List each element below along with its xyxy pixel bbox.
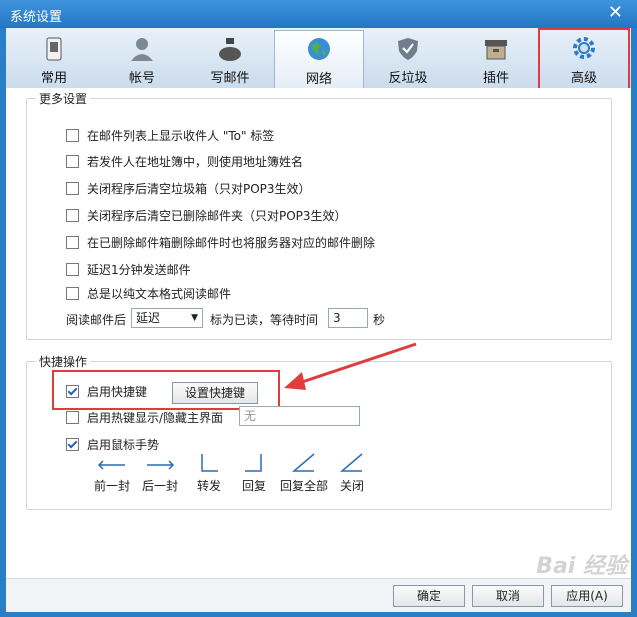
gesture-forward: 转发 <box>189 452 229 494</box>
option-row[interactable]: 关闭程序后清空已删除邮件夹（只对POP3生效） <box>66 207 347 225</box>
read-prefix-label: 阅读邮件后 <box>66 313 127 327</box>
tab-plugins[interactable]: 插件 <box>452 30 540 86</box>
gesture-reply-all: 回复全部 <box>276 452 332 494</box>
option-label: 延迟1分钟发送邮件 <box>87 263 191 277</box>
option-checkbox[interactable] <box>66 155 79 168</box>
tab-label: 常用 <box>40 71 67 86</box>
gesture-label: 回复全部 <box>279 479 328 493</box>
gesture-close: 关闭 <box>332 452 372 494</box>
seconds-unit-label: 秒 <box>373 313 386 327</box>
more-settings-legend: 更多设置 <box>36 90 91 107</box>
hotkey-show-hide-checkbox[interactable] <box>66 411 79 424</box>
watermark: Bai 经验 <box>536 554 627 579</box>
title-bar[interactable]: 系统设置 ✕ <box>0 0 637 28</box>
gesture-label: 关闭 <box>339 479 364 493</box>
option-label: 总是以纯文本格式阅读邮件 <box>87 287 232 301</box>
read-mid-label: 标为已读，等待时间 <box>210 313 319 327</box>
ok-button[interactable]: 确定 <box>393 585 465 607</box>
phone-icon <box>46 37 62 61</box>
cancel-button[interactable]: 取消 <box>472 585 544 607</box>
tab-network[interactable]: 网络 <box>274 30 364 88</box>
user-icon <box>131 38 153 61</box>
chevron-down-icon: ▼ <box>191 313 198 323</box>
hotkey-show-hide-label: 启用热键显示/隐藏主界面 <box>87 411 224 425</box>
down-left-icon <box>245 454 262 472</box>
gesture-next: 后一封 <box>138 456 182 494</box>
read-mode-select[interactable]: 延迟 ▼ <box>131 308 203 328</box>
tab-account[interactable]: 帐号 <box>98 30 186 86</box>
mouse-gesture-row[interactable]: 启用鼠标手势 <box>66 436 159 454</box>
tab-label: 网络 <box>305 72 332 87</box>
read-mode-value: 延迟 <box>136 311 161 325</box>
option-checkbox[interactable] <box>66 209 79 222</box>
tab-label: 插件 <box>482 71 509 86</box>
mouse-gesture-checkbox[interactable] <box>66 438 79 451</box>
mouse-gesture-label: 启用鼠标手势 <box>87 438 160 452</box>
option-label: 关闭程序后清空垃圾箱（只对POP3生效） <box>87 182 311 196</box>
option-row[interactable]: 若发件人在地址簿中，则使用地址簿姓名 <box>66 153 303 171</box>
shortcuts-legend: 快捷操作 <box>36 353 91 370</box>
apply-button[interactable]: 应用(A) <box>551 585 623 607</box>
gesture-reply: 回复 <box>234 452 274 494</box>
arrow-left-icon <box>97 460 125 470</box>
highlight-box-advanced <box>538 28 630 94</box>
hotkey-input[interactable]: 无 <box>239 406 360 426</box>
tab-label: 帐号 <box>128 71 155 86</box>
inkjar-icon <box>219 38 241 61</box>
option-row[interactable]: 延迟1分钟发送邮件 <box>66 261 191 279</box>
settings-panel: 更多设置 在邮件列表上显示收件人 "To" 标签 若发件人在地址簿中，则使用地址… <box>6 88 631 611</box>
diag-left-icon <box>291 453 315 472</box>
box-icon <box>485 40 507 60</box>
highlight-box-hotkeys <box>52 370 280 410</box>
tab-antispam[interactable]: 反垃圾 <box>364 30 452 86</box>
window-title: 系统设置 <box>10 10 63 25</box>
option-checkbox[interactable] <box>66 182 79 195</box>
gesture-label: 回复 <box>241 479 266 493</box>
tab-compose[interactable]: 写邮件 <box>186 30 274 86</box>
close-icon[interactable]: ✕ <box>608 3 623 23</box>
dialog-footer: 确定 取消 应用(A) <box>6 578 631 612</box>
gesture-prev: 前一封 <box>90 456 134 494</box>
option-row[interactable]: 关闭程序后清空垃圾箱（只对POP3生效） <box>66 180 311 198</box>
wait-time-input[interactable]: 3 <box>328 308 368 328</box>
option-label: 关闭程序后清空已删除邮件夹（只对POP3生效） <box>87 209 347 223</box>
gesture-label: 后一封 <box>141 479 178 493</box>
option-label: 在邮件列表上显示收件人 "To" 标签 <box>87 129 275 143</box>
option-checkbox[interactable] <box>66 287 79 300</box>
option-label: 在已删除邮件箱删除邮件时也将服务器对应的邮件删除 <box>87 236 376 250</box>
down-right-icon <box>201 454 218 472</box>
option-checkbox[interactable] <box>66 236 79 249</box>
diag-close-icon <box>339 453 363 472</box>
hotkey-show-hide-row[interactable]: 启用热键显示/隐藏主界面 <box>66 409 223 427</box>
gesture-label: 转发 <box>196 479 221 493</box>
settings-window: 系统设置 ✕ 常用 帐号 写邮件 网络 反垃圾 插件 高级 更多设置 在邮件列表… <box>0 0 637 617</box>
shield-icon <box>398 38 418 60</box>
gesture-label: 前一封 <box>93 479 130 493</box>
option-row[interactable]: 在已删除邮件箱删除邮件时也将服务器对应的邮件删除 <box>66 234 375 252</box>
globe-icon <box>308 38 330 60</box>
tab-general[interactable]: 常用 <box>10 30 98 86</box>
tab-label: 写邮件 <box>210 71 250 86</box>
option-checkbox[interactable] <box>66 263 79 276</box>
option-checkbox[interactable] <box>66 129 79 142</box>
option-label: 若发件人在地址簿中，则使用地址簿姓名 <box>87 155 304 169</box>
arrow-right-icon <box>147 460 175 470</box>
tab-label: 反垃圾 <box>388 71 428 86</box>
option-row[interactable]: 总是以纯文本格式阅读邮件 <box>66 285 231 303</box>
option-row[interactable]: 在邮件列表上显示收件人 "To" 标签 <box>66 127 274 145</box>
